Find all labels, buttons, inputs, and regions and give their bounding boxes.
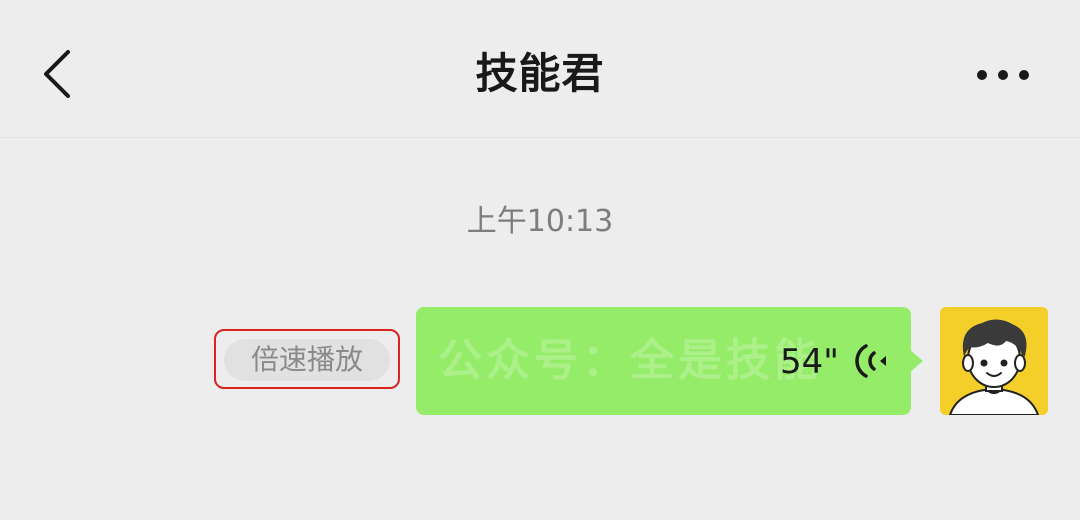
nav-bar: 技能君 (0, 0, 1080, 138)
message-list[interactable]: 上午10:13 倍速播放 公众号：全是技能 54" (0, 138, 1080, 520)
chat-window: 技能君 上午10:13 倍速播放 公众号：全是技能 54" (0, 0, 1080, 520)
voice-message-bubble[interactable]: 公众号：全是技能 54" (416, 307, 923, 415)
bubble-tail (909, 349, 923, 373)
voice-wave-icon (855, 344, 886, 378)
speed-highlight-box: 倍速播放 (214, 329, 400, 389)
playback-speed-button[interactable]: 倍速播放 (224, 339, 390, 381)
page-title: 技能君 (475, 49, 605, 98)
watermark-text: 公众号：全是技能 (438, 335, 822, 386)
avatar[interactable] (940, 307, 1048, 415)
voice-duration: 54" (780, 342, 839, 382)
more-dots-icon (977, 70, 1029, 80)
more-button[interactable] (968, 58, 1038, 92)
message-timestamp: 上午10:13 (466, 204, 614, 239)
cartoon-boy-avatar-icon (940, 307, 1048, 415)
